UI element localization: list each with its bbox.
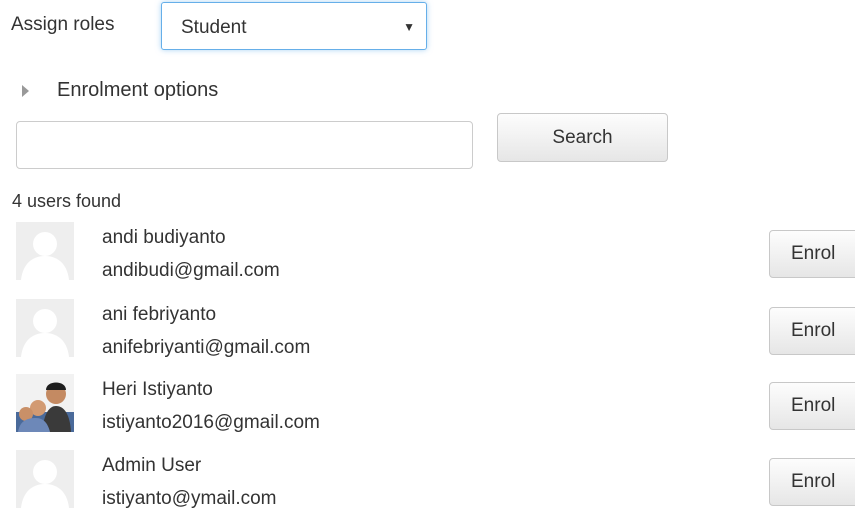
enrol-button[interactable]: Enrol <box>769 382 855 430</box>
user-email: andibudi@gmail.com <box>102 260 280 281</box>
user-name: andi budiyanto <box>102 227 226 248</box>
role-select[interactable]: Student ▼ <box>161 2 427 50</box>
user-row: andi budiyanto andibudi@gmail.com Enrol <box>0 222 855 296</box>
enrolment-options-label: Enrolment options <box>57 79 219 101</box>
enrol-button[interactable]: Enrol <box>769 230 855 278</box>
enrol-button[interactable]: Enrol <box>769 307 855 355</box>
role-select-value: Student <box>181 17 247 38</box>
user-row: Admin User istiyanto@ymail.com Enrol <box>0 450 855 524</box>
users-found-count: 4 users found <box>12 191 122 211</box>
default-user-icon <box>16 222 74 280</box>
user-photo <box>16 374 74 432</box>
enrol-button[interactable]: Enrol <box>769 458 855 506</box>
default-user-icon <box>16 299 74 357</box>
default-user-icon <box>16 450 74 508</box>
user-name: Admin User <box>102 455 202 476</box>
user-row: Heri Istiyanto istiyanto2016@gmail.com E… <box>0 374 855 448</box>
user-name: ani febriyanto <box>102 304 217 325</box>
chevron-down-icon: ▼ <box>403 20 415 34</box>
user-email: istiyanto2016@gmail.com <box>102 412 320 433</box>
user-email: anifebriyanti@gmail.com <box>102 337 311 358</box>
search-input[interactable] <box>16 121 473 169</box>
expand-arrow-icon <box>22 85 29 97</box>
search-button[interactable]: Search <box>497 113 668 162</box>
user-email: istiyanto@ymail.com <box>102 488 277 509</box>
assign-roles-label: Assign roles <box>11 14 115 35</box>
user-name: Heri Istiyanto <box>102 379 213 400</box>
user-row: ani febriyanto anifebriyanti@gmail.com E… <box>0 299 855 373</box>
